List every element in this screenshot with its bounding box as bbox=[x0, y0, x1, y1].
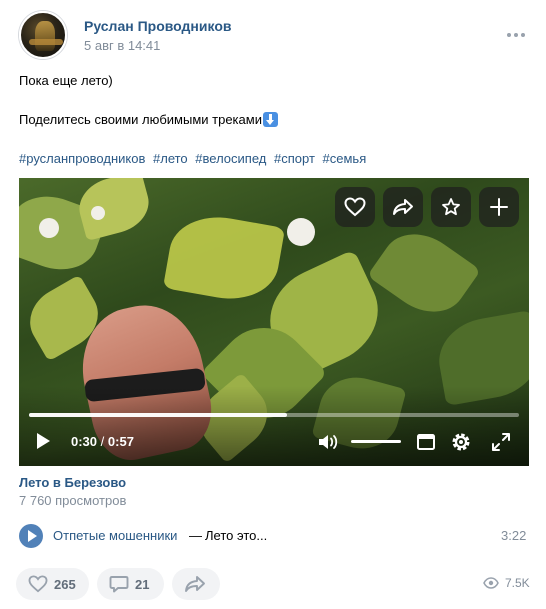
avatar-figure bbox=[35, 21, 55, 51]
share-video-button[interactable] bbox=[383, 187, 423, 227]
share-button[interactable] bbox=[172, 568, 220, 600]
video-leaf bbox=[367, 218, 481, 328]
eye-icon bbox=[483, 577, 499, 589]
comment-button[interactable]: 21 bbox=[97, 568, 164, 600]
settings-gear-icon[interactable] bbox=[450, 431, 472, 453]
miniplayer-icon[interactable] bbox=[415, 431, 437, 453]
post-views: 7.5K bbox=[483, 576, 530, 590]
hashtag-link[interactable]: #семья bbox=[323, 151, 367, 166]
video-time-separator: / bbox=[100, 434, 105, 449]
video-title[interactable]: Лето в Березово bbox=[19, 475, 126, 490]
video-flower bbox=[39, 218, 59, 238]
more-options-icon[interactable] bbox=[507, 33, 527, 39]
heart-icon bbox=[28, 575, 48, 593]
arrow-down-emoji-icon bbox=[262, 112, 278, 127]
likes-count: 265 bbox=[54, 576, 76, 592]
video-progress-fill bbox=[29, 413, 287, 417]
post-text-line-2-label: Поделитесь своими любимыми треками bbox=[19, 112, 262, 127]
audio-play-icon[interactable] bbox=[19, 524, 43, 548]
avatar-figure-base bbox=[29, 39, 63, 45]
audio-dash: — bbox=[189, 528, 202, 543]
comments-count: 21 bbox=[135, 576, 150, 592]
author-avatar[interactable] bbox=[19, 11, 67, 59]
plus-icon bbox=[490, 198, 508, 216]
like-button[interactable]: 265 bbox=[16, 568, 89, 600]
video-controls-shade bbox=[19, 386, 529, 466]
share-icon bbox=[393, 199, 413, 215]
video-player[interactable]: 0:30 / 0:57 bbox=[19, 178, 529, 466]
heart-icon bbox=[344, 197, 366, 217]
volume-icon[interactable] bbox=[317, 432, 341, 452]
audio-title[interactable]: Лето это... bbox=[205, 528, 267, 543]
video-time-total: 0:57 bbox=[107, 434, 134, 449]
video-time: 0:30 / 0:57 bbox=[71, 434, 134, 449]
video-leaf bbox=[73, 178, 155, 242]
hashtag-link[interactable]: #русланпроводников bbox=[19, 151, 145, 166]
video-flower bbox=[287, 218, 315, 246]
volume-slider[interactable] bbox=[351, 440, 401, 443]
like-video-button[interactable] bbox=[335, 187, 375, 227]
share-icon bbox=[185, 576, 205, 592]
video-time-current: 0:30 bbox=[71, 434, 98, 449]
author-name[interactable]: Руслан Проводников bbox=[84, 18, 231, 34]
video-progress-bar[interactable] bbox=[29, 413, 519, 417]
audio-duration: 3:22 bbox=[501, 528, 527, 543]
audio-artist[interactable]: Отпетые мошенники bbox=[53, 528, 177, 543]
bookmark-video-button[interactable] bbox=[431, 187, 471, 227]
star-icon bbox=[442, 198, 460, 216]
video-flower bbox=[91, 206, 105, 220]
hashtag-link[interactable]: #велосипед bbox=[195, 151, 266, 166]
video-views: 7 760 просмотров bbox=[19, 493, 127, 508]
hashtag-link[interactable]: #спорт bbox=[274, 151, 315, 166]
post-text-line-2: Поделитесь своими любимыми треками bbox=[19, 112, 278, 127]
post-card: Руслан Проводников 5 авг в 14:41 Пока ещ… bbox=[0, 0, 546, 609]
hashtags: #русланпроводников #лето #велосипед #спо… bbox=[19, 151, 370, 166]
post-views-count: 7.5K bbox=[505, 576, 530, 590]
video-leaf bbox=[162, 209, 286, 307]
post-text-line-1: Пока еще лето) bbox=[19, 73, 113, 88]
play-icon[interactable] bbox=[35, 432, 51, 450]
fullscreen-icon[interactable] bbox=[490, 431, 512, 453]
speaker-icon bbox=[319, 435, 338, 449]
add-video-button[interactable] bbox=[479, 187, 519, 227]
post-date[interactable]: 5 авг в 14:41 bbox=[84, 38, 160, 53]
hashtag-link[interactable]: #лето bbox=[153, 151, 188, 166]
comment-icon bbox=[109, 576, 129, 593]
